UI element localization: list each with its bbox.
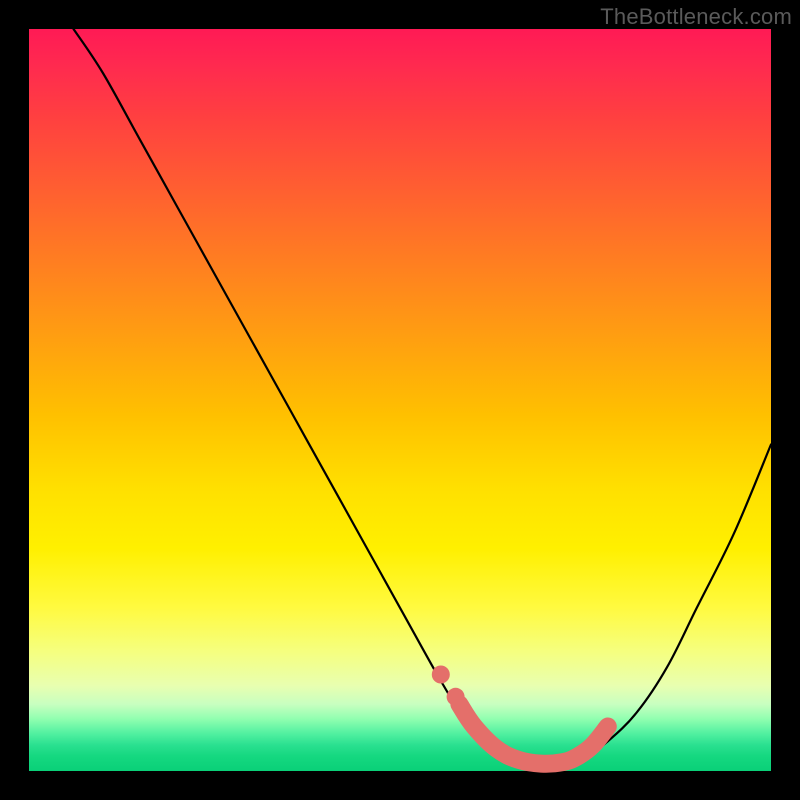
chart-plot-area (29, 29, 771, 771)
bottleneck-curve (74, 29, 772, 764)
watermark-text: TheBottleneck.com (600, 4, 792, 30)
optimal-range-dot (432, 666, 450, 684)
optimal-range-overlay (459, 704, 607, 764)
optimal-range-dot (447, 688, 465, 706)
optimal-range-dots (432, 666, 465, 706)
chart-svg (29, 29, 771, 771)
